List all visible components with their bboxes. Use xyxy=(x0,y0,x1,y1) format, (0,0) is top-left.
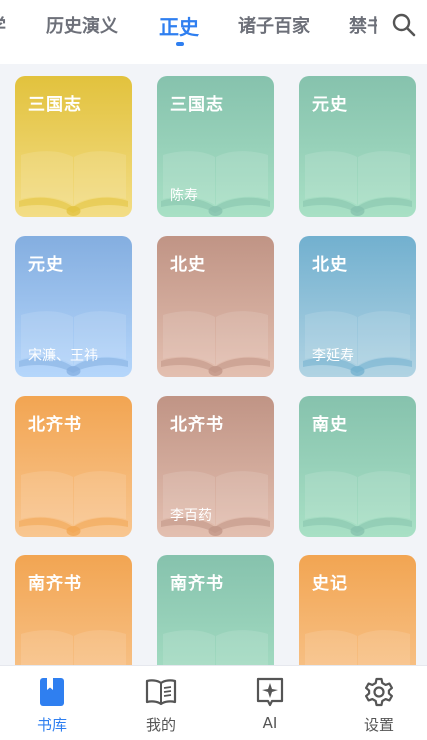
book-author: 李百药 xyxy=(170,508,212,524)
book-card[interactable]: 南齐书 xyxy=(15,555,132,665)
nav-label: 设置 xyxy=(363,716,394,734)
ai-sparkle-icon xyxy=(256,677,284,707)
book-title: 史记 xyxy=(312,574,348,594)
search-icon[interactable] xyxy=(391,12,417,38)
book-card[interactable]: 三国志 xyxy=(15,76,132,217)
open-book-illustration xyxy=(305,630,410,665)
open-book-illustration xyxy=(19,311,128,376)
nav-library[interactable]: 书库 xyxy=(2,666,102,740)
open-book-illustration xyxy=(163,630,268,665)
category-tab-bar: 学 历史演义 正史 诸子百家 禁书 xyxy=(0,0,427,64)
book-card[interactable]: 北齐书 xyxy=(15,396,132,537)
book-card[interactable]: 三国志 陈寿 xyxy=(157,76,274,217)
book-title: 南齐书 xyxy=(170,574,224,594)
tab-official-history[interactable]: 正史 xyxy=(159,11,199,40)
tab-hundred-schools[interactable]: 诸子百家 xyxy=(238,12,310,38)
book-card[interactable]: 史记 xyxy=(299,555,416,665)
open-book-illustration xyxy=(303,151,412,216)
book-card[interactable]: 北史 李延寿 xyxy=(299,236,416,377)
open-book-illustration xyxy=(19,151,128,216)
book-title: 元史 xyxy=(28,255,64,275)
book-card[interactable]: 南史 xyxy=(299,396,416,537)
book-title: 北齐书 xyxy=(170,415,224,435)
book-title: 北齐书 xyxy=(28,415,82,435)
book-card[interactable]: 北齐书 李百药 xyxy=(157,396,274,537)
open-book-illustration xyxy=(19,471,128,536)
book-title: 元史 xyxy=(312,95,348,115)
book-card[interactable]: 北史 xyxy=(157,236,274,377)
open-book-illustration xyxy=(161,151,270,216)
book-card[interactable]: 元史 xyxy=(299,76,416,217)
open-book-icon xyxy=(145,679,177,706)
nav-label: 书库 xyxy=(36,716,67,734)
open-book-illustration xyxy=(161,471,270,536)
tab-partial[interactable]: 学 xyxy=(0,12,6,38)
nav-mine[interactable]: 我的 xyxy=(111,666,211,740)
nav-label: AI xyxy=(262,714,278,732)
bookmark-book-icon xyxy=(40,678,64,706)
book-author: 陈寿 xyxy=(170,188,198,204)
open-book-illustration xyxy=(21,630,126,665)
open-book-illustration xyxy=(303,471,412,536)
tab-banned-books[interactable]: 禁书 xyxy=(349,12,377,38)
book-title: 南齐书 xyxy=(28,574,82,594)
nav-settings[interactable]: 设置 xyxy=(329,666,427,740)
nav-ai[interactable]: AI xyxy=(220,666,320,740)
book-card[interactable]: 南齐书 xyxy=(157,555,274,665)
book-title: 北史 xyxy=(170,255,206,275)
tab-historical-romance[interactable]: 历史演义 xyxy=(46,12,118,38)
book-card[interactable]: 元史 宋濂、王祎 xyxy=(15,236,132,377)
book-author: 李延寿 xyxy=(312,348,354,364)
active-tab-indicator xyxy=(176,42,184,46)
book-title: 三国志 xyxy=(170,95,224,115)
book-title: 南史 xyxy=(312,415,348,435)
open-book-illustration xyxy=(161,311,270,376)
book-author: 宋濂、王祎 xyxy=(28,348,98,364)
book-title: 三国志 xyxy=(28,95,82,115)
open-book-illustration xyxy=(303,311,412,376)
book-title: 北史 xyxy=(312,255,348,275)
book-grid: 三国志 三国志陈寿 元史 元史宋濂、王祎 北史 北史李延寿 北齐书 北齐书李百药… xyxy=(0,64,427,665)
gear-icon xyxy=(365,677,393,707)
bottom-navigation: 书库 我的 AI 设置 xyxy=(0,665,427,740)
nav-label: 我的 xyxy=(145,716,176,734)
